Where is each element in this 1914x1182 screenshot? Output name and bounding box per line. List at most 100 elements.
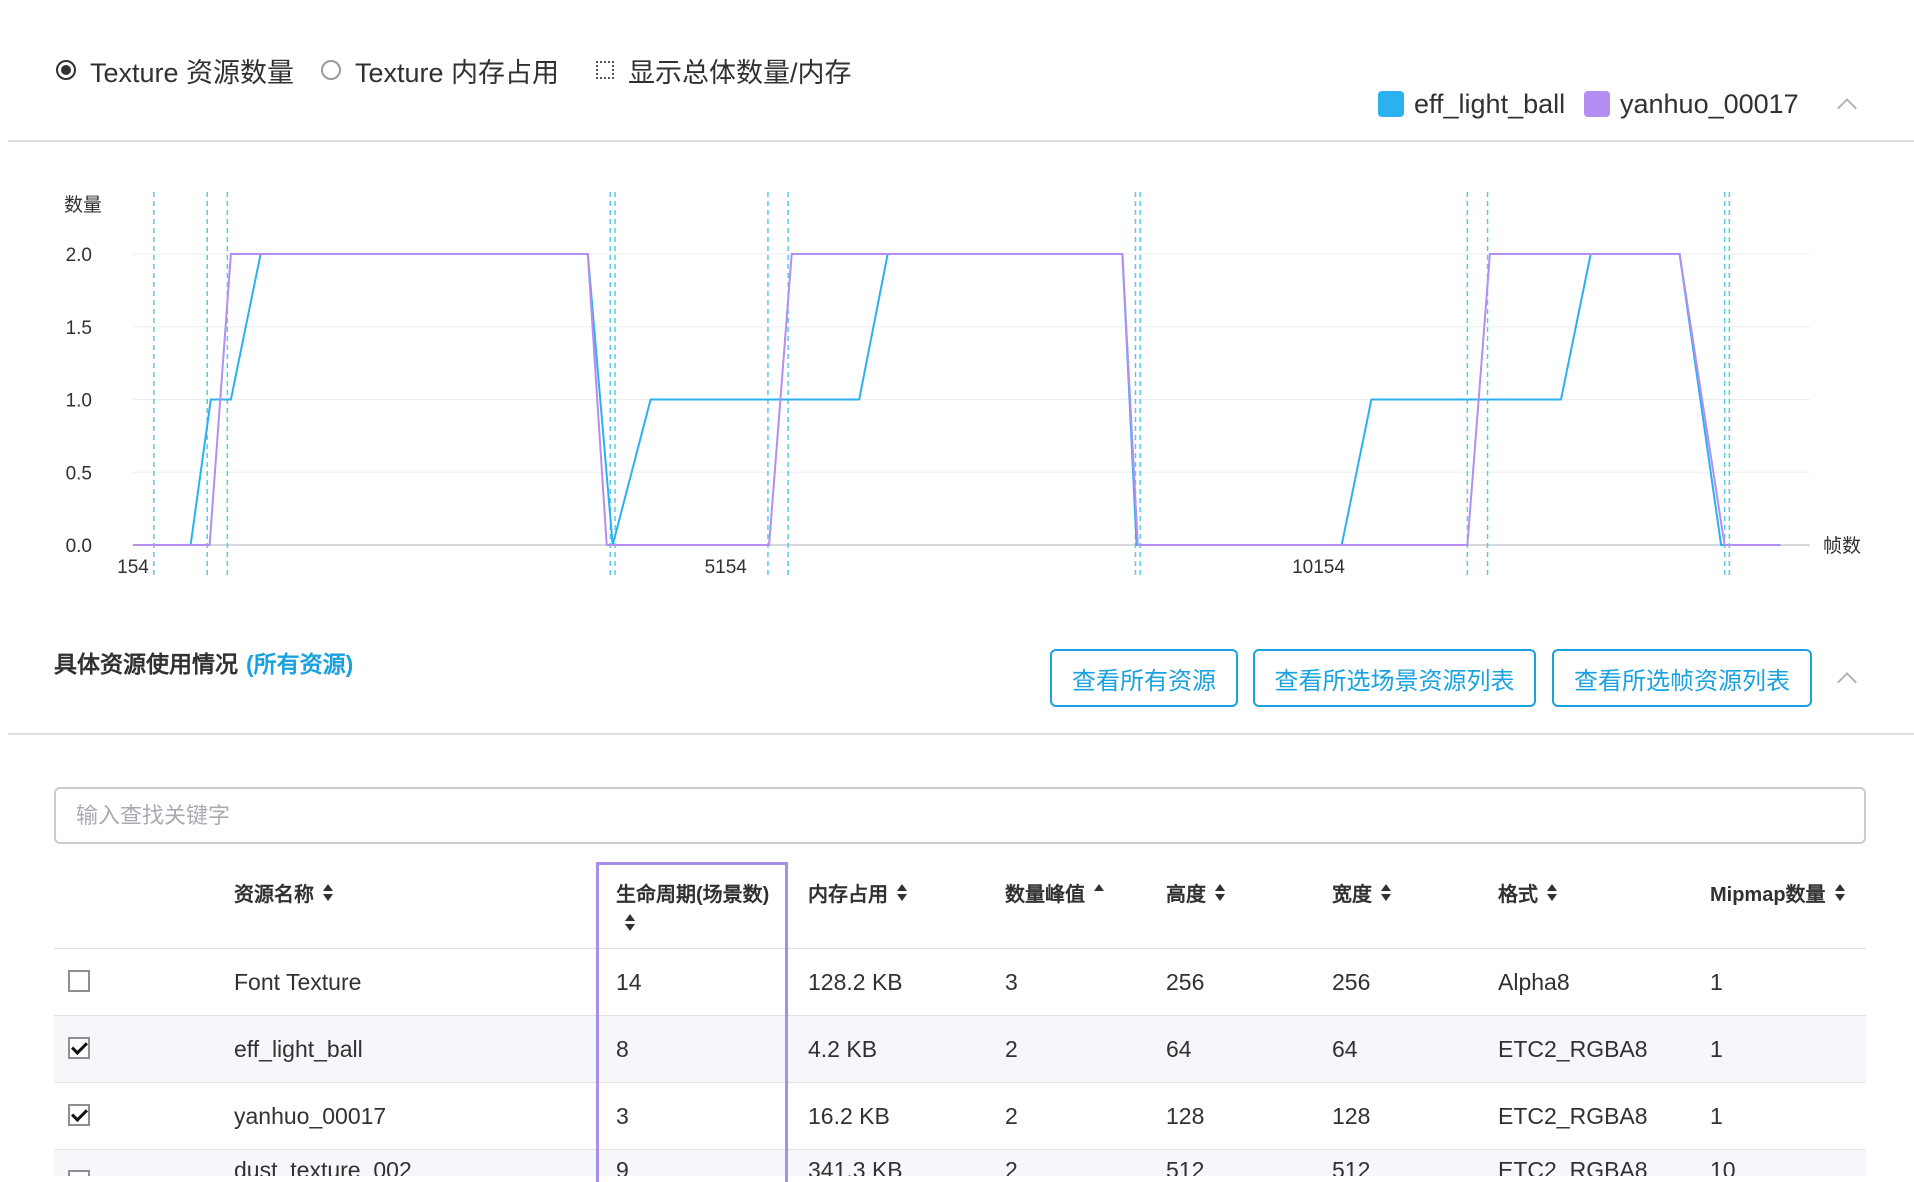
column-header-label: Mipmap数量 <box>1710 884 1826 906</box>
column-header-format[interactable]: 格式 <box>1498 878 1558 907</box>
table-row[interactable]: dust_texture_002 9 341.3 KB 2 512 512 ET… <box>54 1150 1866 1176</box>
legend-item-eff-light-ball[interactable]: eff_light_ball <box>1378 86 1565 122</box>
cell-width: 256 <box>1332 968 1371 995</box>
cell-mipmap: 1 <box>1710 1035 1723 1062</box>
cell-peak: 2 <box>1005 1035 1018 1062</box>
row-checkbox-checked[interactable] <box>68 1037 90 1059</box>
texture-count-chart[interactable]: 0.0 0.5 1.0 1.5 2.0 数量帧数 154 5154 10154 <box>0 180 1914 600</box>
column-header-height[interactable]: 高度 <box>1166 878 1226 907</box>
column-header-label: 生命周期(场景数) <box>616 884 770 906</box>
cell-format: ETC2_RGBA8 <box>1498 1102 1648 1129</box>
column-header-name[interactable]: 资源名称 <box>234 878 334 907</box>
legend-label: eff_light_ball <box>1414 88 1566 119</box>
legend-label: yanhuo_00017 <box>1620 88 1799 119</box>
chevron-up-icon[interactable] <box>1837 672 1857 692</box>
y-tick-label: 1.5 <box>66 318 92 339</box>
row-checkbox[interactable] <box>68 970 90 992</box>
legend-swatch <box>1584 91 1610 117</box>
all-resources-link[interactable]: (所有资源) <box>246 651 353 677</box>
y-axis-label: 数量 <box>64 194 102 216</box>
cell-memory: 4.2 KB <box>808 1035 878 1062</box>
column-header-memory[interactable]: 内存占用 <box>808 878 908 907</box>
cell-width: 64 <box>1332 1035 1358 1062</box>
column-header-label: 宽度 <box>1332 884 1372 906</box>
cell-height: 64 <box>1166 1035 1192 1062</box>
cell-lifetime: 8 <box>616 1035 629 1062</box>
chevron-up-icon[interactable] <box>1837 98 1857 118</box>
radio-unchecked-icon[interactable] <box>321 60 341 80</box>
legend-item-yanhuo-00017[interactable]: yanhuo_00017 <box>1584 86 1799 122</box>
sort-icon[interactable] <box>1834 883 1846 903</box>
radio-texture-count-label: Texture 资源数量 <box>90 57 295 88</box>
cell-lifetime: 3 <box>616 1102 629 1129</box>
cell-peak: 2 <box>1005 1102 1018 1129</box>
table-row[interactable]: eff_light_ball 8 4.2 KB 2 64 64 ETC2_RGB… <box>54 1016 1866 1082</box>
section-title-text: 具体资源使用情况 <box>54 651 238 677</box>
radio-texture-memory[interactable]: Texture 内存占用 <box>321 50 559 90</box>
row-checkbox-checked[interactable] <box>68 1104 90 1126</box>
cell-width: 512 <box>1332 1156 1371 1177</box>
x-tick-label: 5154 <box>705 557 748 578</box>
column-header-mipmap[interactable]: Mipmap数量 <box>1710 878 1846 907</box>
y-tick-label: 2.0 <box>66 245 92 266</box>
column-header-peak[interactable]: 数量峰值 <box>1005 878 1105 907</box>
cell-format: Alpha8 <box>1498 968 1570 995</box>
sort-ascending-icon[interactable] <box>1093 883 1105 903</box>
column-header-width[interactable]: 宽度 <box>1332 878 1392 907</box>
cell-mipmap: 10 <box>1710 1156 1736 1177</box>
table-row[interactable]: Font Texture 14 128.2 KB 3 256 256 Alpha… <box>54 949 1866 1015</box>
sort-icon[interactable] <box>1214 883 1226 903</box>
checkbox-show-total[interactable]: 显示总体数量/内存 <box>596 50 852 90</box>
radio-checked-icon[interactable] <box>56 60 76 80</box>
cell-peak: 3 <box>1005 968 1018 995</box>
cell-peak: 2 <box>1005 1156 1018 1177</box>
cell-format: ETC2_RGBA8 <box>1498 1156 1648 1177</box>
cell-mipmap: 1 <box>1710 1102 1723 1129</box>
x-tick-label: 154 <box>117 557 149 578</box>
row-checkbox[interactable] <box>68 1170 90 1176</box>
column-header-label: 格式 <box>1498 884 1538 906</box>
checkbox-show-total-label: 显示总体数量/内存 <box>628 57 852 88</box>
cell-lifetime: 14 <box>616 968 642 995</box>
column-header-lifetime[interactable]: 生命周期(场景数) <box>616 878 769 933</box>
cell-width: 128 <box>1332 1102 1371 1129</box>
table-row[interactable]: yanhuo_00017 3 16.2 KB 2 128 128 ETC2_RG… <box>54 1083 1866 1149</box>
radio-texture-count[interactable]: Texture 资源数量 <box>56 50 294 90</box>
cell-format: ETC2_RGBA8 <box>1498 1035 1648 1062</box>
view-selected-scene-resources-button[interactable]: 查看所选场景资源列表 <box>1253 649 1536 707</box>
column-header-label: 数量峰值 <box>1005 884 1085 906</box>
cell-height: 256 <box>1166 968 1205 995</box>
divider <box>8 733 1914 735</box>
view-all-resources-button[interactable]: 查看所有资源 <box>1050 649 1238 707</box>
section-title: 具体资源使用情况 (所有资源) <box>54 645 353 679</box>
cell-name: yanhuo_00017 <box>234 1102 387 1129</box>
cell-height: 128 <box>1166 1102 1205 1129</box>
checkbox-unchecked-icon[interactable] <box>596 61 614 79</box>
sort-icon[interactable] <box>322 883 334 903</box>
cell-name: Font Texture <box>234 968 362 995</box>
cell-memory: 16.2 KB <box>808 1102 890 1129</box>
column-header-label: 内存占用 <box>808 884 888 906</box>
search-input[interactable] <box>54 787 1866 844</box>
y-tick-label: 1.0 <box>66 391 92 412</box>
sort-icon[interactable] <box>1380 883 1392 903</box>
radio-texture-memory-label: Texture 内存占用 <box>355 57 560 88</box>
cell-name: eff_light_ball <box>234 1035 363 1062</box>
cell-memory: 128.2 KB <box>808 968 903 995</box>
y-tick-label: 0.0 <box>66 536 92 557</box>
column-header-label: 资源名称 <box>234 884 314 906</box>
sort-icon[interactable] <box>1546 883 1558 903</box>
view-selected-frame-resources-button[interactable]: 查看所选帧资源列表 <box>1552 649 1812 707</box>
column-header-label: 高度 <box>1166 884 1206 906</box>
x-tick-label: 10154 <box>1292 557 1345 578</box>
cell-lifetime: 9 <box>616 1156 629 1177</box>
cell-mipmap: 1 <box>1710 968 1723 995</box>
sort-icon[interactable] <box>896 883 908 903</box>
sort-icon[interactable] <box>624 913 636 933</box>
cell-name: dust_texture_002 <box>234 1156 412 1177</box>
legend-swatch <box>1378 91 1404 117</box>
cell-memory: 341.3 KB <box>808 1156 903 1177</box>
divider <box>8 140 1914 142</box>
y-tick-label: 0.5 <box>66 463 92 484</box>
cell-height: 512 <box>1166 1156 1205 1177</box>
